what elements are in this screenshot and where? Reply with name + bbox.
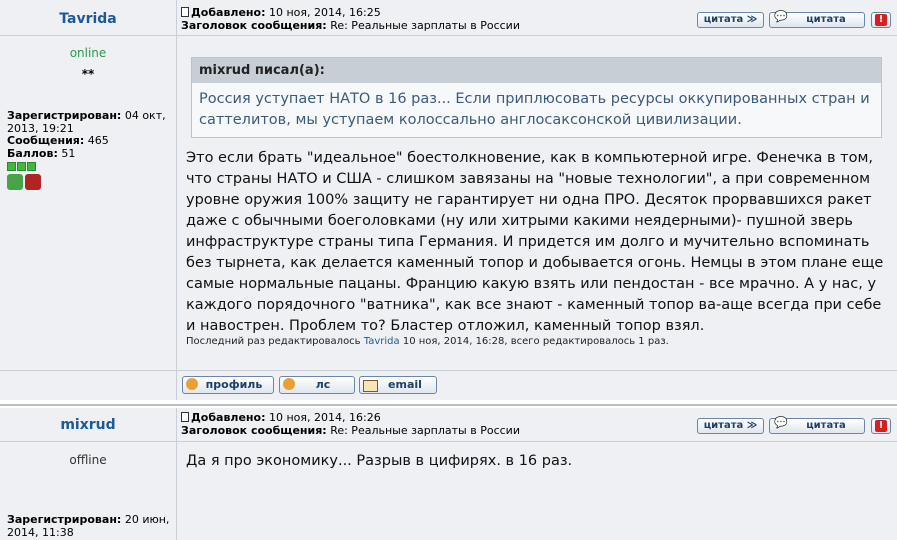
quote-label: цитата (806, 420, 846, 431)
subject-value: Re: Реальные зарплаты в России (330, 18, 520, 32)
multi-quote-icon: ≫ (746, 14, 758, 25)
multi-quote-label: цитата (703, 420, 744, 431)
post-separator (0, 404, 897, 406)
pm-label: лс (315, 378, 331, 391)
email-label: email (388, 378, 422, 391)
header-divider (0, 35, 897, 36)
subject-value: Re: Реальные зарплаты в России (330, 423, 520, 437)
thumbs-down-icon[interactable] (25, 174, 41, 190)
header-divider (0, 441, 897, 442)
profile-button[interactable]: профиль (182, 376, 274, 394)
thumbs-up-icon[interactable] (7, 174, 23, 190)
pm-button[interactable]: лс (279, 376, 355, 394)
author-name[interactable]: mixrud (0, 417, 176, 433)
quote-text: Россия уступает НАТО в 16 раз... Если пр… (199, 91, 870, 128)
post-2: mixrud offline Зарегистрирован: 20 июн, … (0, 408, 897, 540)
added-value: 10 ноя, 2014, 16:25 (269, 6, 381, 19)
email-icon (363, 380, 378, 392)
rank-stars: ** (81, 67, 95, 81)
pm-icon (283, 378, 295, 390)
quote-bubble-icon: 💬 (774, 10, 788, 23)
added-label: Добавлено: (191, 6, 266, 19)
profile-label: профиль (205, 378, 263, 391)
offline-status: offline (69, 453, 107, 467)
subject-label: Заголовок сообщения: (181, 18, 327, 32)
quote-label: цитата (806, 14, 846, 25)
subject-label: Заголовок сообщения: (181, 423, 327, 437)
document-icon (181, 7, 189, 17)
user-info: Зарегистрирован: 04 окт, 2013, 19:21 Соо… (7, 109, 172, 194)
added-label: Добавлено: (191, 411, 266, 424)
quote-block: mixrud писал(а): Россия уступает НАТО в … (191, 57, 882, 138)
post-meta: Добавлено: 10 ноя, 2014, 16:26 Заголовок… (181, 411, 520, 437)
post-1: Tavrida online ** Зарегистрирован: 04 ок… (0, 0, 897, 400)
multi-quote-button[interactable]: цитата ≫ (697, 12, 764, 28)
post-footer (0, 370, 897, 371)
report-icon: ! (875, 14, 887, 26)
edit-suffix: 10 ноя, 2014, 16:28, всего редактировало… (402, 336, 669, 347)
added-value: 10 ноя, 2014, 16:26 (269, 411, 381, 424)
author-name[interactable]: Tavrida (0, 11, 176, 27)
registered-label: Зарегистрирован: (7, 513, 122, 526)
multi-quote-button[interactable]: цитата ≫ (697, 418, 764, 434)
quote-author: mixrud писал(а): (192, 58, 881, 83)
post-body: Это если брать "идеальное" боестолкновен… (186, 150, 884, 334)
registered-label: Зарегистрирован: (7, 109, 122, 122)
multi-quote-label: цитата (703, 14, 744, 25)
report-button[interactable]: ! (871, 418, 891, 434)
rank-bar (7, 162, 172, 172)
edit-user-link[interactable]: Tavrida (364, 336, 400, 347)
edit-note: Последний раз редактировалось Tavrida 10… (186, 336, 669, 347)
post-body: Да я про экономику... Разрыв в цифирях. … (186, 453, 573, 469)
post-sidebar (0, 0, 177, 400)
user-info: Зарегистрирован: 20 июн, 2014, 11:38 (7, 513, 172, 539)
quote-button[interactable]: 💬 цитата (769, 10, 865, 28)
vote-buttons (7, 174, 172, 194)
report-icon: ! (875, 420, 887, 432)
online-status: online (69, 46, 107, 60)
quote-bubble-icon: 💬 (774, 416, 788, 429)
report-button[interactable]: ! (871, 12, 891, 28)
edit-prefix: Последний раз редактировалось (186, 336, 361, 347)
messages-value: 465 (87, 134, 109, 147)
messages-label: Сообщения: (7, 134, 85, 147)
document-icon (181, 412, 189, 422)
multi-quote-icon: ≫ (746, 420, 758, 431)
post-meta: Добавлено: 10 ноя, 2014, 16:25 Заголовок… (181, 6, 520, 32)
points-value: 51 (61, 146, 76, 160)
profile-icon (186, 378, 198, 390)
points-label: Баллов: (7, 146, 58, 160)
quote-button[interactable]: 💬 цитата (769, 416, 865, 434)
email-button[interactable]: email (359, 376, 437, 394)
